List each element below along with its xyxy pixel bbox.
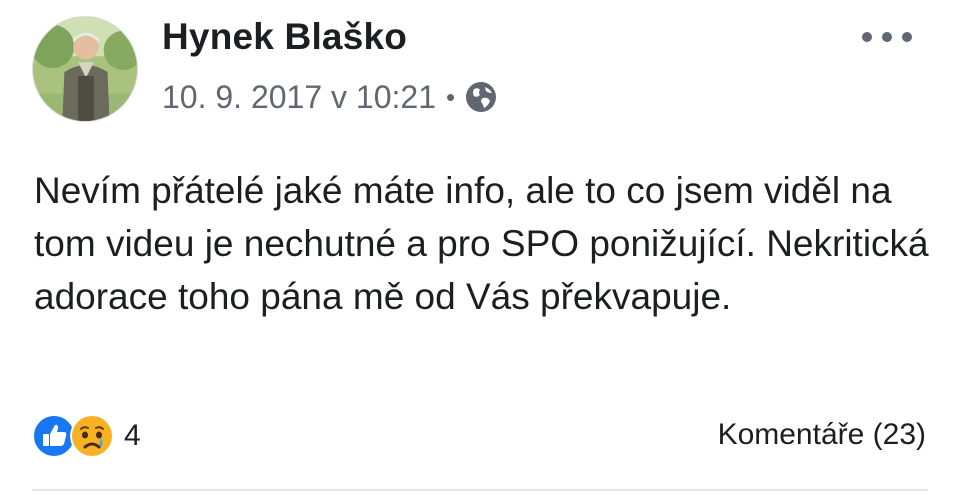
more-dot xyxy=(882,32,892,42)
avatar-photo xyxy=(33,17,137,121)
comments-link[interactable]: Komentáře (23) xyxy=(718,418,926,452)
post-card: Hynek Blaško 10. 9. 2017 v 10:21 • Nevím… xyxy=(0,0,960,498)
footer-divider xyxy=(32,489,928,491)
meta-separator: • xyxy=(446,81,456,112)
author-avatar[interactable] xyxy=(32,16,138,122)
reaction-count: 4 xyxy=(124,419,141,452)
reactions-summary[interactable]: 4 xyxy=(32,413,141,459)
post-meta: 10. 9. 2017 v 10:21 • xyxy=(162,77,497,117)
author-name[interactable]: Hynek Blaško xyxy=(162,16,407,58)
more-options-button[interactable] xyxy=(862,26,912,48)
globe-icon xyxy=(466,82,497,112)
post-timestamp[interactable]: 10. 9. 2017 v 10:21 xyxy=(162,79,436,116)
sad-icon xyxy=(70,414,114,458)
post-text: Nevím přátelé jaké máte info, ale to co … xyxy=(34,170,929,317)
more-dot xyxy=(902,32,912,42)
more-dot xyxy=(862,32,872,42)
